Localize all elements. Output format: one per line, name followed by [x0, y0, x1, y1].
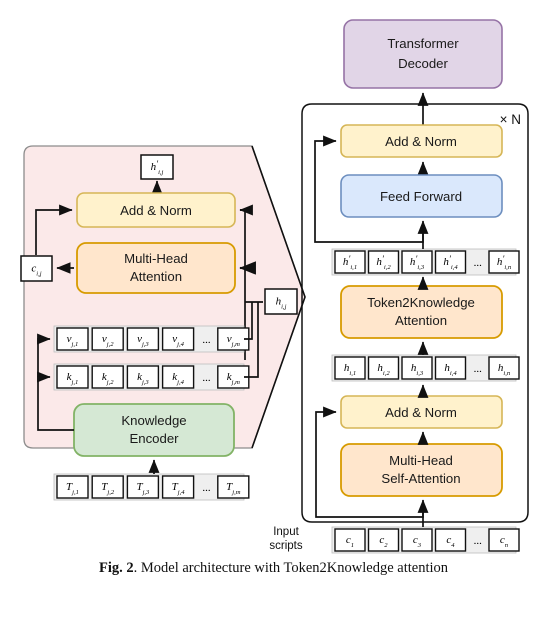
add-norm-top-label: Add & Norm: [385, 134, 457, 149]
architecture-diagram: × N Transformer Decoder Add & Norm Feed …: [20, 19, 529, 554]
knowledge-encoder-label-line2: Encoder: [129, 431, 179, 446]
token2knowledge-label-line2: Attention: [395, 313, 447, 328]
knowledge-text-token-row: Tj,1 Tj,2 Tj,3 Tj,4... Tj,m: [53, 473, 250, 501]
transformer-decoder-label-line2: Decoder: [398, 56, 448, 71]
context-vector-token: ci,j: [20, 255, 53, 282]
key-token-ellipsis: ...: [203, 372, 211, 384]
h-token-row: hi,1 hi,2 hi,3 hi,4... hi,n: [331, 354, 520, 382]
h-prime-token-row: h′i,1 h′i,2 h′i,3 h′i,4... h′i,n: [331, 248, 520, 276]
feed-forward-label: Feed Forward: [380, 189, 462, 204]
input-token-ellipsis: ...: [474, 535, 482, 547]
query-vector-token: hi,j: [264, 288, 298, 315]
transformer-decoder-label-line1: Transformer: [387, 36, 459, 51]
knowledge-text-token-ellipsis: ...: [203, 482, 211, 494]
self-attention-label-line2: Self-Attention: [381, 471, 460, 486]
left-multi-head-label-line1: Multi-Head: [124, 251, 188, 266]
figure-caption-number: Fig. 2: [98, 560, 134, 576]
add-norm-bottom-label: Add & Norm: [385, 405, 457, 420]
multi-head-self-attention-block[interactable]: [340, 443, 503, 497]
knowledge-encoder-label-line1: Knowledge: [121, 413, 186, 428]
key-token-row: kj,1 kj,2 kj,3 kj,4... kj,m: [53, 363, 250, 391]
knowledge-attention-panel: [23, 145, 306, 449]
input-token-row: c1 c2 c3 c4... cn: [331, 526, 520, 554]
token2knowledge-label-line1: Token2Knowledge: [367, 295, 475, 310]
value-token-row: vj,1 vj,2 vj,3 vj,4... vj,m: [53, 325, 250, 353]
knowledge-encoder-block[interactable]: [73, 403, 235, 457]
left-multi-head-label-line2: Attention: [130, 269, 182, 284]
h-token-ellipsis: ...: [474, 363, 482, 375]
self-attention-label-line1: Multi-Head: [389, 453, 453, 468]
value-token-ellipsis: ...: [203, 334, 211, 346]
left-output-token: h′i,j: [140, 154, 174, 180]
transformer-decoder-block[interactable]: [343, 19, 503, 89]
figure-caption-text: . Model architecture with Token2Knowledg…: [133, 560, 449, 576]
figure-container: × N Transformer Decoder Add & Norm Feed …: [0, 0, 547, 618]
left-add-norm-label: Add & Norm: [120, 203, 192, 218]
h-prime-token-ellipsis: ...: [474, 257, 482, 269]
repeat-count-label: × N: [500, 112, 521, 127]
input-scripts-label-line1: Input: [273, 526, 299, 538]
token2knowledge-attention-block[interactable]: [340, 285, 503, 339]
input-scripts-label-line2: scripts: [269, 540, 302, 552]
figure-caption: Fig. 2. Model architecture with Token2Kn…: [0, 560, 547, 577]
